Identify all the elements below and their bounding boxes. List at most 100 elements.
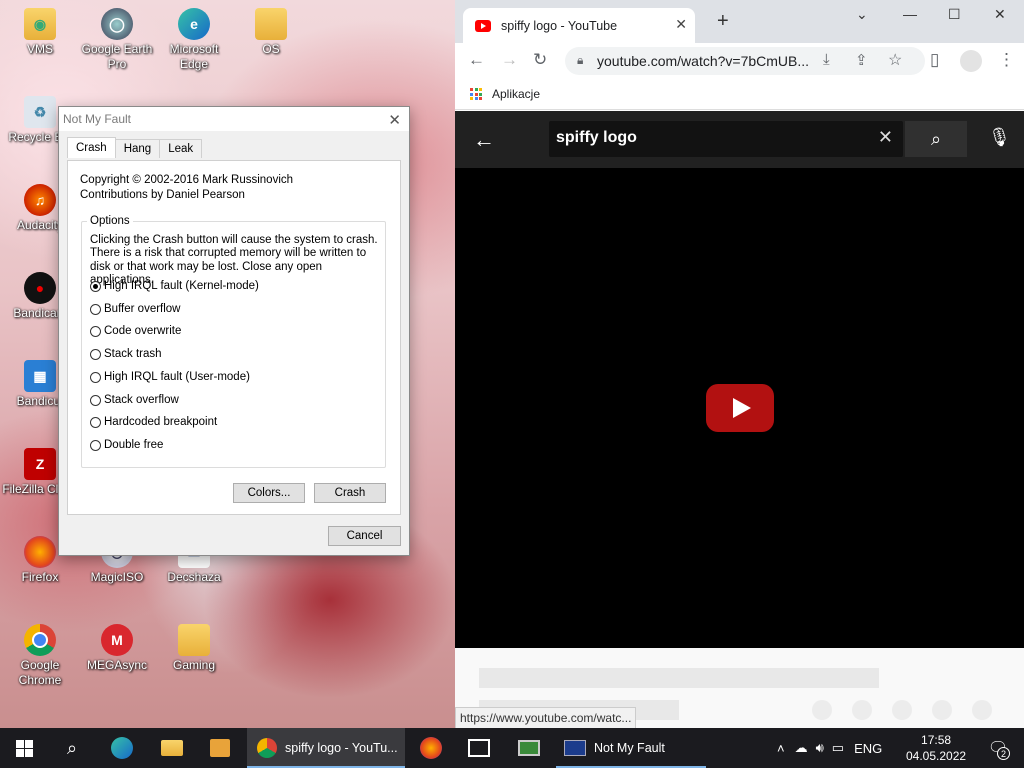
youtube-search-input[interactable]: spiffy logo ✕	[549, 121, 903, 157]
profile-avatar[interactable]	[960, 50, 982, 72]
clock-time: 17:58	[921, 733, 952, 747]
close-window-icon[interactable]: ✕	[994, 6, 1006, 23]
radio-stack-overflow[interactable]: Stack overflow	[90, 394, 179, 406]
copyright-text: Copyright © 2002-2016 Mark Russinovich	[80, 174, 294, 186]
menu-kebab-icon[interactable]: ⋮	[998, 50, 1015, 70]
cancel-button[interactable]: Cancel	[328, 526, 401, 546]
radio-high-irql-user[interactable]: High IRQL fault (User-mode)	[90, 371, 250, 383]
browser-toolbar: ← → ↻ 🔒︎ youtube.com/watch?v=7bCmUB... ⤓…	[455, 43, 1024, 79]
crash-button[interactable]: Crash	[314, 483, 386, 503]
chrome-icon	[257, 738, 277, 758]
back-arrow-icon[interactable]: ←	[473, 127, 495, 153]
microphone-icon[interactable]: 🎙︎	[988, 127, 1011, 148]
tab-hang[interactable]: Hang	[114, 139, 161, 158]
action-placeholder	[972, 700, 992, 720]
taskbar-chrome[interactable]: spiffy logo - YouTu...	[247, 728, 405, 768]
close-tab-icon[interactable]: ✕	[675, 16, 687, 33]
side-panel-icon[interactable]: ▯	[930, 50, 939, 70]
new-tab-icon[interactable]: +	[717, 10, 729, 33]
taskbar-file-explorer[interactable]	[148, 728, 196, 768]
share-icon[interactable]: ⇪	[855, 51, 868, 69]
options-group: Options Clicking the Crash button will c…	[81, 215, 386, 468]
desktop-icon-google-earth[interactable]: ◯ Google Earth Pro	[77, 8, 157, 72]
notification-count: 2	[997, 747, 1010, 760]
dialog-titlebar[interactable]: Not My Fault ✕	[59, 107, 409, 131]
search-icon[interactable]: ⌕	[48, 728, 96, 768]
chrome-icon	[24, 624, 56, 656]
radio-indicator[interactable]	[90, 303, 101, 315]
clock[interactable]: 17:58 04.05.2022	[906, 732, 966, 764]
bookmarks-bar: Aplikacje	[455, 79, 1024, 110]
dialog-tabs: Crash Hang Leak	[67, 137, 203, 158]
desktop-icon-megasync[interactable]: M MEGAsync	[77, 624, 157, 673]
desktop-icon-label: MEGAsync	[86, 658, 147, 672]
radio-indicator[interactable]	[90, 439, 101, 451]
bookmark-apps[interactable]: Aplikacje	[492, 87, 540, 101]
clear-search-icon[interactable]: ✕	[878, 127, 893, 148]
tab-search-chevron-icon[interactable]: ⌄	[856, 6, 868, 23]
taskbar-firefox[interactable]	[408, 728, 454, 768]
radio-label: Buffer overflow	[104, 303, 181, 315]
language-indicator[interactable]: ENG	[854, 741, 882, 756]
desktop-icon-label: OS	[262, 42, 280, 56]
desktop-icon-edge[interactable]: e Microsoft Edge	[154, 8, 234, 72]
mega-icon: M	[101, 624, 133, 656]
options-label: Options	[87, 215, 133, 227]
network-icon[interactable]: ▭	[832, 740, 844, 756]
radio-indicator[interactable]	[90, 394, 101, 406]
taskbar-media-app[interactable]	[196, 728, 244, 768]
radio-indicator[interactable]	[90, 416, 101, 428]
tab-crash[interactable]: Crash	[67, 137, 116, 158]
radio-indicator[interactable]	[90, 348, 101, 360]
bookmark-star-icon[interactable]: ☆	[888, 50, 902, 70]
forward-icon[interactable]: →	[501, 50, 518, 70]
radio-buffer-overflow[interactable]: Buffer overflow	[90, 303, 181, 315]
install-icon[interactable]: ⤓	[823, 51, 830, 68]
desktop-icon-label: Microsoft Edge	[169, 42, 219, 71]
browser-tab-youtube[interactable]: spiffy logo - YouTube ✕	[463, 8, 695, 43]
desktop-icon-label: Audacity	[16, 218, 64, 232]
desktop-icon-label: Google Chrome	[18, 658, 62, 687]
address-bar[interactable]: 🔒︎ youtube.com/watch?v=7bCmUB... ⤓ ⇪ ☆	[565, 47, 925, 75]
reload-icon[interactable]: ↻	[533, 50, 547, 70]
radio-indicator[interactable]	[90, 325, 101, 337]
desktop-icon-vms[interactable]: ◉ VMS	[0, 8, 80, 57]
start-button[interactable]	[0, 728, 48, 768]
radio-stack-trash[interactable]: Stack trash	[90, 348, 162, 360]
lock-icon[interactable]: 🔒︎	[577, 53, 583, 68]
close-icon[interactable]: ✕	[388, 111, 401, 129]
colors-button[interactable]: Colors...	[233, 483, 305, 503]
contributions-text: Contributions by Daniel Pearson	[80, 189, 245, 201]
taskbar-system-app[interactable]	[506, 728, 552, 768]
video-player[interactable]	[455, 168, 1024, 648]
action-center-button[interactable]: 🗨︎ 2	[978, 728, 1018, 768]
action-placeholder	[932, 700, 952, 720]
radio-indicator[interactable]	[90, 371, 101, 383]
search-icon: ⌕	[930, 128, 942, 149]
play-button[interactable]	[706, 384, 774, 432]
radio-label: High IRQL fault (User-mode)	[104, 371, 250, 383]
desktop-icon-gaming[interactable]: Gaming	[154, 624, 234, 673]
radio-label: Hardcoded breakpoint	[104, 416, 218, 428]
radio-hardcoded-breakpoint[interactable]: Hardcoded breakpoint	[90, 416, 217, 428]
chevron-up-icon[interactable]: ˄	[777, 741, 785, 756]
radio-double-free[interactable]: Double free	[90, 439, 163, 451]
taskbar-edge[interactable]	[98, 728, 146, 768]
search-button[interactable]: ⌕	[905, 121, 967, 157]
apps-grid-icon[interactable]	[470, 88, 482, 100]
taskbar-photos[interactable]	[456, 728, 502, 768]
taskbar-not-my-fault[interactable]: Not My Fault	[556, 728, 706, 768]
tab-leak[interactable]: Leak	[159, 139, 203, 158]
radio-indicator[interactable]	[90, 280, 101, 292]
radio-high-irql-kernel[interactable]: High IRQL fault (Kernel-mode)	[90, 280, 259, 292]
minimize-icon[interactable]: —	[903, 6, 917, 22]
radio-code-overwrite[interactable]: Code overwrite	[90, 325, 181, 337]
tab-strip: spiffy logo - YouTube ✕ + ⌄ — ☐ ✕	[455, 0, 1024, 43]
volume-icon[interactable]: 🔊︎	[816, 740, 824, 756]
cloud-offline-icon[interactable]: ☁	[795, 740, 808, 756]
radio-label: Stack overflow	[104, 394, 179, 406]
back-icon[interactable]: ←	[468, 50, 485, 70]
desktop-icon-os[interactable]: OS	[231, 8, 311, 57]
maximize-icon[interactable]: ☐	[948, 6, 961, 23]
desktop-icon-chrome[interactable]: Google Chrome	[0, 624, 80, 688]
